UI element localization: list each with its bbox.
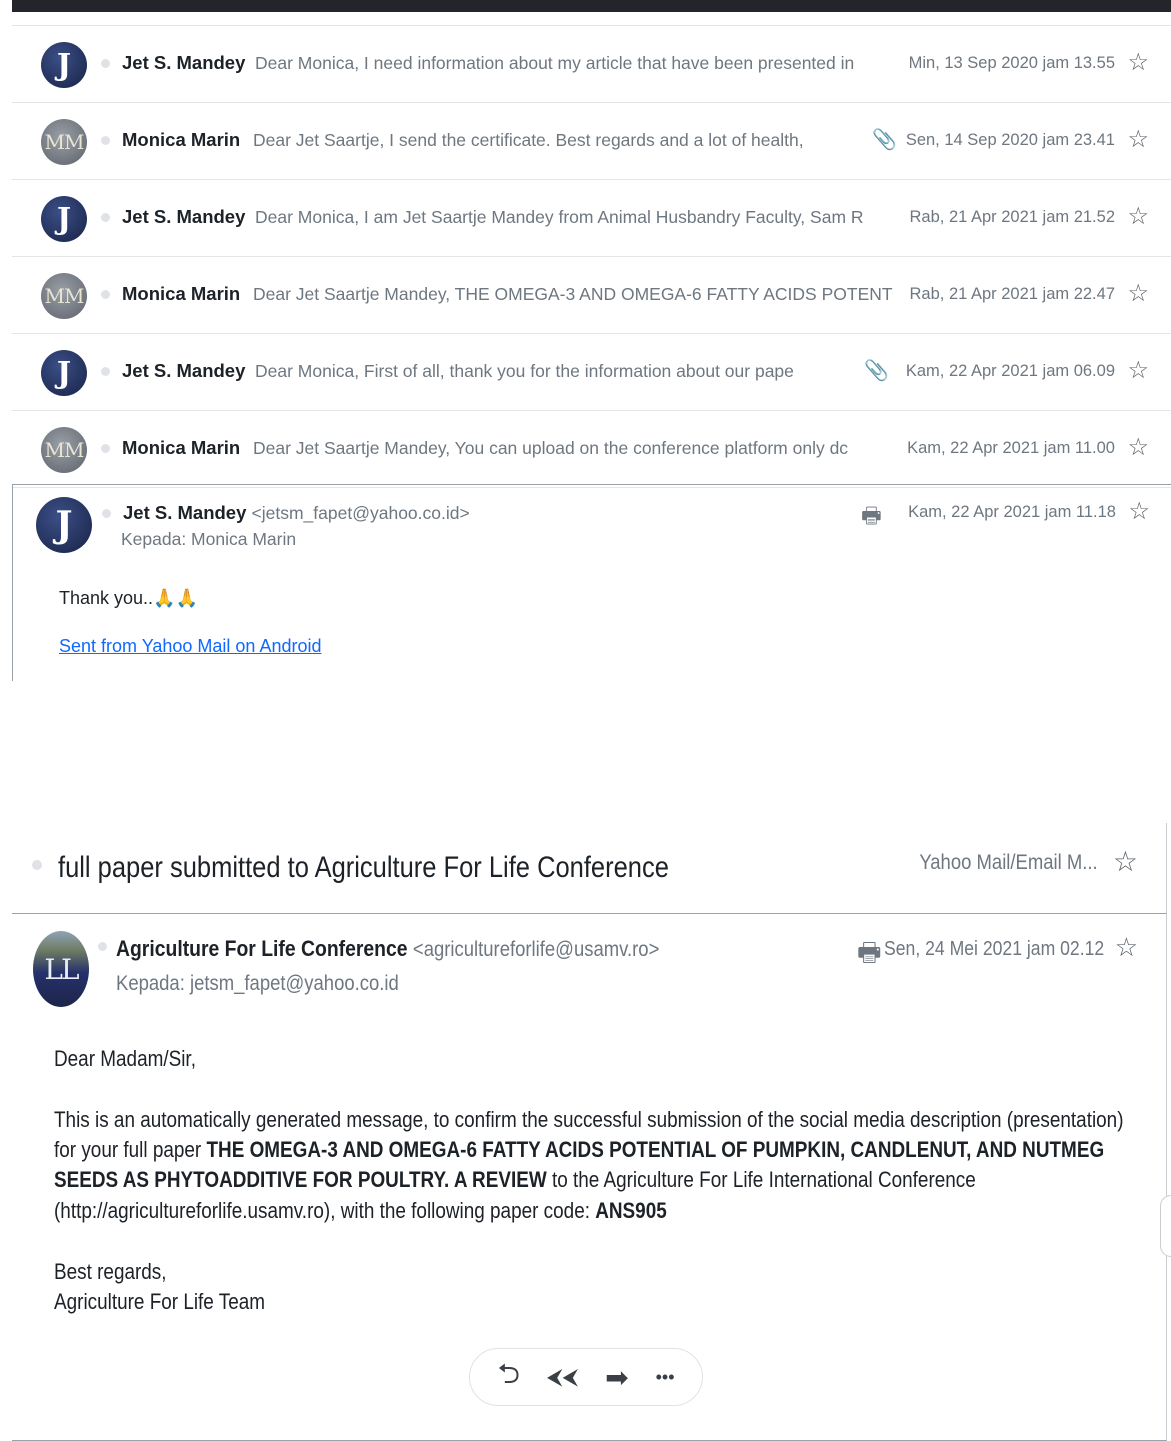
attachment-icon: 📎 (872, 129, 897, 151)
body-text: to the Agriculture For Life Internationa… (546, 1167, 976, 1192)
message-snippet: Dear Monica, I need information about my… (255, 53, 855, 73)
message-date: Kam, 22 Apr 2021 jam 06.09 (905, 362, 1115, 380)
printer-icon[interactable]: 🖶 (861, 499, 882, 537)
praying-hands-emoji: 🙏🙏 (153, 588, 198, 608)
avatar: J (41, 42, 87, 88)
message-actions: ⮌ ⮜⮜ ➡ ••• (469, 1348, 703, 1406)
paper-title: THE OMEGA-3 AND OMEGA-6 FATTY ACIDS POTE… (206, 1137, 1105, 1162)
open-message: J Jet S. Mandey <jetsm_fapet@yahoo.co.id… (12, 484, 1171, 681)
printer-icon[interactable]: 🖶 (857, 934, 882, 978)
message-snippet: Dear Monica, I am Jet Saartje Mandey fro… (255, 207, 864, 227)
message-date: Kam, 22 Apr 2021 jam 11.00 (907, 439, 1115, 457)
thread-row[interactable]: J Jet S. Mandey Dear Monica, I am Jet Sa… (12, 180, 1171, 257)
unread-dot[interactable] (101, 444, 110, 453)
recipient-line: Kepada: Monica Marin (121, 529, 297, 549)
sender-name: Monica Marin (122, 437, 241, 458)
body-line: This is an automatically generated messa… (54, 1107, 1124, 1132)
unread-dot[interactable] (101, 367, 110, 376)
sender-name: Agriculture For Life Conference (116, 936, 408, 961)
body-text: (http://agricultureforlife.usamv.ro), wi… (54, 1198, 596, 1223)
avatar: J (41, 350, 87, 396)
star-icon[interactable]: ☆ (1113, 845, 1138, 878)
paper-code: ANS905 (595, 1198, 667, 1223)
sender-name: Monica Marin (122, 283, 241, 304)
avatar: MM (41, 273, 87, 319)
unread-dot[interactable] (101, 59, 110, 68)
message-date: Min, 13 Sep 2020 jam 13.55 (908, 54, 1115, 72)
subject-title: full paper submitted to Agriculture For … (58, 851, 669, 884)
sender-line: Jet S. Mandey <jetsm_fapet@yahoo.co.id> (123, 502, 470, 524)
sender-name: Jet S. Mandey (122, 206, 246, 227)
sender-name: Jet S. Mandey (123, 502, 247, 523)
body-text: for your full paper (54, 1137, 207, 1162)
message-body: Thank you..🙏🙏 (59, 588, 198, 609)
star-icon[interactable]: ☆ (1128, 497, 1150, 526)
unread-dot[interactable] (32, 860, 42, 870)
scroll-handle[interactable] (1160, 1195, 1171, 1257)
unread-dot[interactable] (101, 290, 110, 299)
top-bar (12, 0, 1171, 12)
star-icon[interactable]: ☆ (1127, 202, 1149, 231)
message-snippet: Dear Jet Saartje Mandey, THE OMEGA-3 AND… (253, 284, 893, 304)
thread-row[interactable]: J Jet S. Mandey Dear Monica, First of al… (12, 334, 1171, 411)
body-line: (http://agricultureforlife.usamv.ro), wi… (54, 1196, 983, 1227)
attachment-icon: 📎 (864, 360, 889, 382)
reply-icon[interactable]: ⮌ (497, 1353, 519, 1401)
body-line: for your full paper THE OMEGA-3 AND OMEG… (54, 1135, 1104, 1166)
star-icon[interactable]: ☆ (1127, 125, 1149, 154)
message-date: Kam, 22 Apr 2021 jam 11.18 (908, 503, 1116, 521)
unread-dot[interactable] (101, 213, 110, 222)
avatar: MM (41, 427, 87, 473)
conference-logo-avatar: LL (33, 931, 89, 1007)
message-snippet: Dear Monica, First of all, thank you for… (255, 361, 794, 381)
signoff: Best regards, (54, 1259, 167, 1284)
unread-dot[interactable] (101, 136, 110, 145)
star-icon[interactable]: ☆ (1127, 433, 1149, 462)
unread-dot[interactable] (102, 509, 111, 518)
sender-email: <jetsm_fapet@yahoo.co.id> (251, 503, 470, 523)
star-icon[interactable]: ☆ (1127, 48, 1149, 77)
thread-row[interactable]: MM Monica Marin Dear Jet Saartje Mandey,… (12, 411, 1171, 488)
avatar: J (36, 497, 92, 553)
open-message: LL Agriculture For Life Conference <agri… (12, 914, 1167, 1441)
message-date: Sen, 14 Sep 2020 jam 23.41 (905, 131, 1115, 149)
reply-all-icon[interactable]: ⮜⮜ (547, 1364, 578, 1390)
message-date: Rab, 21 Apr 2021 jam 22.47 (909, 285, 1115, 303)
body-line: SEEDS AS PHYTOADDITIVE FOR POULTRY. A RE… (54, 1165, 983, 1196)
paper-title: SEEDS AS PHYTOADDITIVE FOR POULTRY. A RE… (54, 1167, 547, 1192)
star-icon[interactable]: ☆ (1127, 356, 1149, 385)
star-icon[interactable]: ☆ (1127, 279, 1149, 308)
recipient-line: Kepada: jetsm_fapet@yahoo.co.id (116, 972, 399, 995)
thread-list: J Jet S. Mandey Dear Monica, I need info… (12, 25, 1171, 488)
sender-line: Agriculture For Life Conference <agricul… (116, 936, 659, 962)
thread-row[interactable]: MM Monica Marin Dear Jet Saartje Mandey,… (12, 257, 1171, 334)
body-text: Thank you.. (59, 588, 154, 608)
sender-name: Monica Marin (122, 129, 241, 150)
thread-row[interactable]: J Jet S. Mandey Dear Monica, I need info… (12, 25, 1171, 103)
subject-header: full paper submitted to Agriculture For … (12, 823, 1167, 914)
message-snippet: Dear Jet Saartje Mandey, You can upload … (253, 438, 849, 458)
sender-name: Jet S. Mandey (122, 52, 246, 73)
message-date: Sen, 24 Mei 2021 jam 02.12 (883, 938, 1104, 960)
avatar: J (41, 196, 87, 242)
star-icon[interactable]: ☆ (1115, 932, 1138, 963)
signature: Agriculture For Life Team (54, 1289, 266, 1314)
sender-email: <agricultureforlife@usamv.ro> (412, 938, 660, 961)
sender-name: Jet S. Mandey (122, 360, 246, 381)
avatar: MM (41, 119, 87, 165)
thread-row[interactable]: MM Monica Marin Dear Jet Saartje, I send… (12, 103, 1171, 180)
greeting: Dear Madam/Sir, (54, 1046, 196, 1071)
yahoo-mail-link[interactable]: Sent from Yahoo Mail on Android (59, 636, 322, 657)
more-icon[interactable]: ••• (656, 1367, 675, 1388)
forward-icon[interactable]: ➡ (605, 1361, 628, 1394)
message-snippet: Dear Jet Saartje, I send the certificate… (253, 130, 804, 150)
folder-label[interactable]: Yahoo Mail/Email M... (920, 851, 1098, 875)
unread-dot[interactable] (98, 942, 107, 951)
message-date: Rab, 21 Apr 2021 jam 21.52 (909, 208, 1115, 226)
